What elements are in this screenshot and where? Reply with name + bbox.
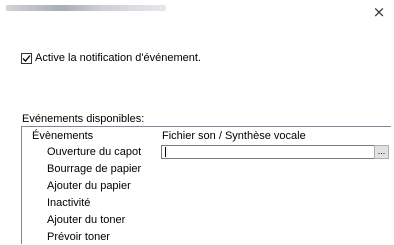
checkmark-icon	[22, 54, 31, 62]
notification-checkbox[interactable]	[21, 52, 32, 64]
events-available-label: Evénements disponibles:	[22, 113, 145, 125]
close-icon: ×	[372, 3, 386, 21]
text-caret	[165, 147, 166, 157]
window-title-obscured	[6, 5, 166, 11]
close-button[interactable]: ×	[364, 0, 394, 24]
column-header-events: Évènements	[32, 130, 94, 142]
browse-button[interactable]: ...	[374, 145, 389, 159]
list-item-event[interactable]: Prévoir toner	[47, 230, 110, 245]
list-item-event[interactable]: Ajouter du toner	[47, 213, 125, 228]
sound-file-input[interactable]	[161, 145, 375, 159]
title-bar: ×	[0, 0, 394, 30]
notification-label: Active la notification d'événement.	[35, 52, 201, 64]
dialog-body: Active la notification d'événement. Evén…	[0, 30, 394, 244]
list-item-event[interactable]: Ajouter du papier	[47, 179, 131, 194]
list-item-event[interactable]: Ouverture du capot	[47, 145, 141, 160]
column-header-sound-file: Fichier son / Synthèse vocale	[162, 130, 306, 142]
notification-option[interactable]: Active la notification d'événement.	[21, 52, 201, 64]
list-item-event[interactable]: Bourrage de papier	[47, 162, 141, 177]
events-list: Évènements Fichier son / Synthèse vocale…	[21, 126, 391, 244]
list-item-event[interactable]: Inactivité	[47, 196, 90, 211]
